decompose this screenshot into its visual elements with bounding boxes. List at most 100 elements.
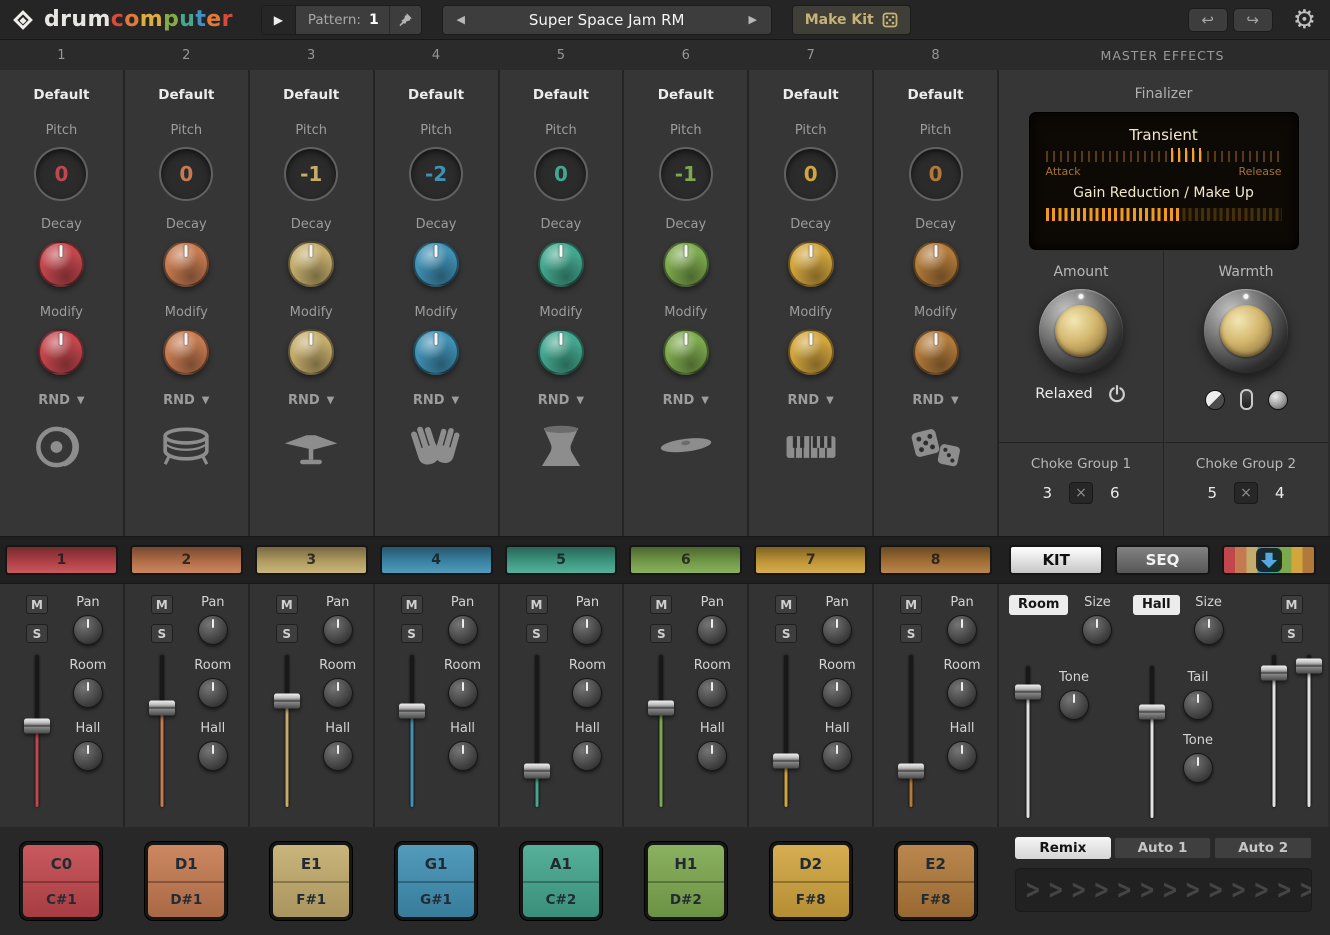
attack-release-slider[interactable] xyxy=(1046,151,1282,162)
pitch-knob[interactable]: -1 xyxy=(659,147,713,201)
pان-knob[interactable] xyxy=(73,615,103,645)
drum-pad[interactable]: 7 xyxy=(754,545,867,575)
decay-knob[interactable] xyxy=(288,241,334,287)
fader-thumb[interactable] xyxy=(773,754,799,769)
mute-button[interactable]: M xyxy=(900,595,922,614)
undo-button[interactable]: ↩ xyxy=(1188,8,1228,32)
channel-preset-name[interactable]: Default xyxy=(408,87,464,103)
fader-thumb[interactable] xyxy=(524,763,550,778)
pان-knob[interactable] xyxy=(448,615,478,645)
hall-send-knob[interactable] xyxy=(947,741,977,771)
mute-button[interactable]: M xyxy=(401,595,423,614)
room-send-knob[interactable] xyxy=(323,678,353,708)
warmth-knob[interactable] xyxy=(1204,289,1288,373)
pitch-knob[interactable]: -2 xyxy=(409,147,463,201)
hall-size-knob[interactable] xyxy=(1194,615,1224,645)
channel-preset-name[interactable]: Default xyxy=(33,87,89,103)
channel-preset-name[interactable]: Default xyxy=(283,87,339,103)
randomize-control[interactable]: RND▼ xyxy=(413,393,459,408)
randomize-control[interactable]: RND▼ xyxy=(538,393,584,408)
hall-tail-knob[interactable] xyxy=(1183,690,1213,720)
decay-knob[interactable] xyxy=(538,241,584,287)
fader-thumb[interactable] xyxy=(399,704,425,719)
modify-knob[interactable] xyxy=(413,329,459,375)
drum-pad[interactable]: 3 xyxy=(255,545,368,575)
note-pad[interactable]: E1 F#1 xyxy=(270,842,352,920)
fader-thumb[interactable] xyxy=(1139,704,1165,719)
preset-prev-button[interactable]: ◀ xyxy=(443,13,479,26)
choke-1-channel-b[interactable]: 6 xyxy=(1110,484,1120,502)
randomize-control[interactable]: RND▼ xyxy=(38,393,84,408)
volume-fader[interactable] xyxy=(399,655,425,807)
randomize-control[interactable]: RND▼ xyxy=(912,393,958,408)
channel-preset-name[interactable]: Default xyxy=(783,87,839,103)
export-pad[interactable] xyxy=(1222,545,1316,575)
volume-fader[interactable] xyxy=(898,655,924,807)
pان-knob[interactable] xyxy=(572,615,602,645)
mute-button[interactable]: M xyxy=(526,595,548,614)
snare-drum-icon[interactable] xyxy=(157,418,215,476)
settings-gear-icon[interactable]: ⚙ xyxy=(1293,7,1316,33)
fader-thumb[interactable] xyxy=(274,693,300,708)
djembe-icon[interactable] xyxy=(532,418,590,476)
preset-next-button[interactable]: ▶ xyxy=(735,13,771,26)
gain-meter[interactable] xyxy=(1046,208,1282,221)
solo-button[interactable]: S xyxy=(900,624,922,643)
pitch-knob[interactable]: 0 xyxy=(909,147,963,201)
master-mute-button[interactable]: M xyxy=(1281,595,1303,614)
choke-2-channel-a[interactable]: 5 xyxy=(1207,484,1217,502)
drum-pad[interactable]: 4 xyxy=(380,545,493,575)
tab-kit[interactable]: KIT xyxy=(1009,545,1103,575)
pitch-knob[interactable]: 0 xyxy=(159,147,213,201)
drum-pad[interactable]: 5 xyxy=(505,545,618,575)
pitch-knob[interactable]: 0 xyxy=(784,147,838,201)
volume-fader[interactable] xyxy=(24,655,50,807)
hall-send-knob[interactable] xyxy=(448,741,478,771)
randomize-control[interactable]: RND▼ xyxy=(163,393,209,408)
room-send-knob[interactable] xyxy=(822,678,852,708)
choke-2-clear-button[interactable]: × xyxy=(1234,482,1258,504)
note-pad[interactable]: A1 C#2 xyxy=(520,842,602,920)
fader-thumb[interactable] xyxy=(648,701,674,716)
drum-pad[interactable]: 2 xyxy=(130,545,243,575)
remix-pattern-display[interactable]: >>>>>>>>>>>>> xyxy=(1015,868,1312,912)
volume-fader[interactable] xyxy=(149,655,175,807)
modify-knob[interactable] xyxy=(663,329,709,375)
hihat-cymbal-icon[interactable] xyxy=(282,418,340,476)
channel-preset-name[interactable]: Default xyxy=(533,87,589,103)
decay-knob[interactable] xyxy=(663,241,709,287)
solo-button[interactable]: S xyxy=(650,624,672,643)
modify-knob[interactable] xyxy=(913,329,959,375)
solo-button[interactable]: S xyxy=(276,624,298,643)
redo-button[interactable]: ↪ xyxy=(1233,8,1273,32)
drum-pad[interactable]: 8 xyxy=(879,545,992,575)
master-fader-right[interactable] xyxy=(1296,655,1322,807)
auto2-button[interactable]: Auto 2 xyxy=(1214,837,1312,859)
mute-button[interactable]: M xyxy=(775,595,797,614)
note-pad[interactable]: C0 C#1 xyxy=(20,842,102,920)
pattern-value[interactable]: 1 xyxy=(369,12,379,28)
fader-thumb[interactable] xyxy=(149,701,175,716)
mute-button[interactable]: M xyxy=(151,595,173,614)
choke-1-channel-a[interactable]: 3 xyxy=(1042,484,1052,502)
mute-button[interactable]: M xyxy=(650,595,672,614)
kick-drum-icon[interactable] xyxy=(32,418,90,476)
mute-button[interactable]: M xyxy=(26,595,48,614)
note-pad[interactable]: G1 G#1 xyxy=(395,842,477,920)
randomize-control[interactable]: RND▼ xyxy=(288,393,334,408)
room-send-knob[interactable] xyxy=(448,678,478,708)
room-send-knob[interactable] xyxy=(572,678,602,708)
solo-button[interactable]: S xyxy=(26,624,48,643)
yin-yang-icon[interactable] xyxy=(1205,390,1225,410)
modify-knob[interactable] xyxy=(38,329,84,375)
auto1-button[interactable]: Auto 1 xyxy=(1114,837,1212,859)
room-size-knob[interactable] xyxy=(1082,615,1112,645)
hall-tone-knob[interactable] xyxy=(1183,753,1213,783)
modify-knob[interactable] xyxy=(288,329,334,375)
decay-knob[interactable] xyxy=(913,241,959,287)
channel-preset-name[interactable]: Default xyxy=(658,87,714,103)
decay-knob[interactable] xyxy=(788,241,834,287)
note-pad[interactable]: D1 D#1 xyxy=(145,842,227,920)
pitch-knob[interactable]: 0 xyxy=(534,147,588,201)
mode-label[interactable]: Relaxed xyxy=(1035,386,1093,402)
